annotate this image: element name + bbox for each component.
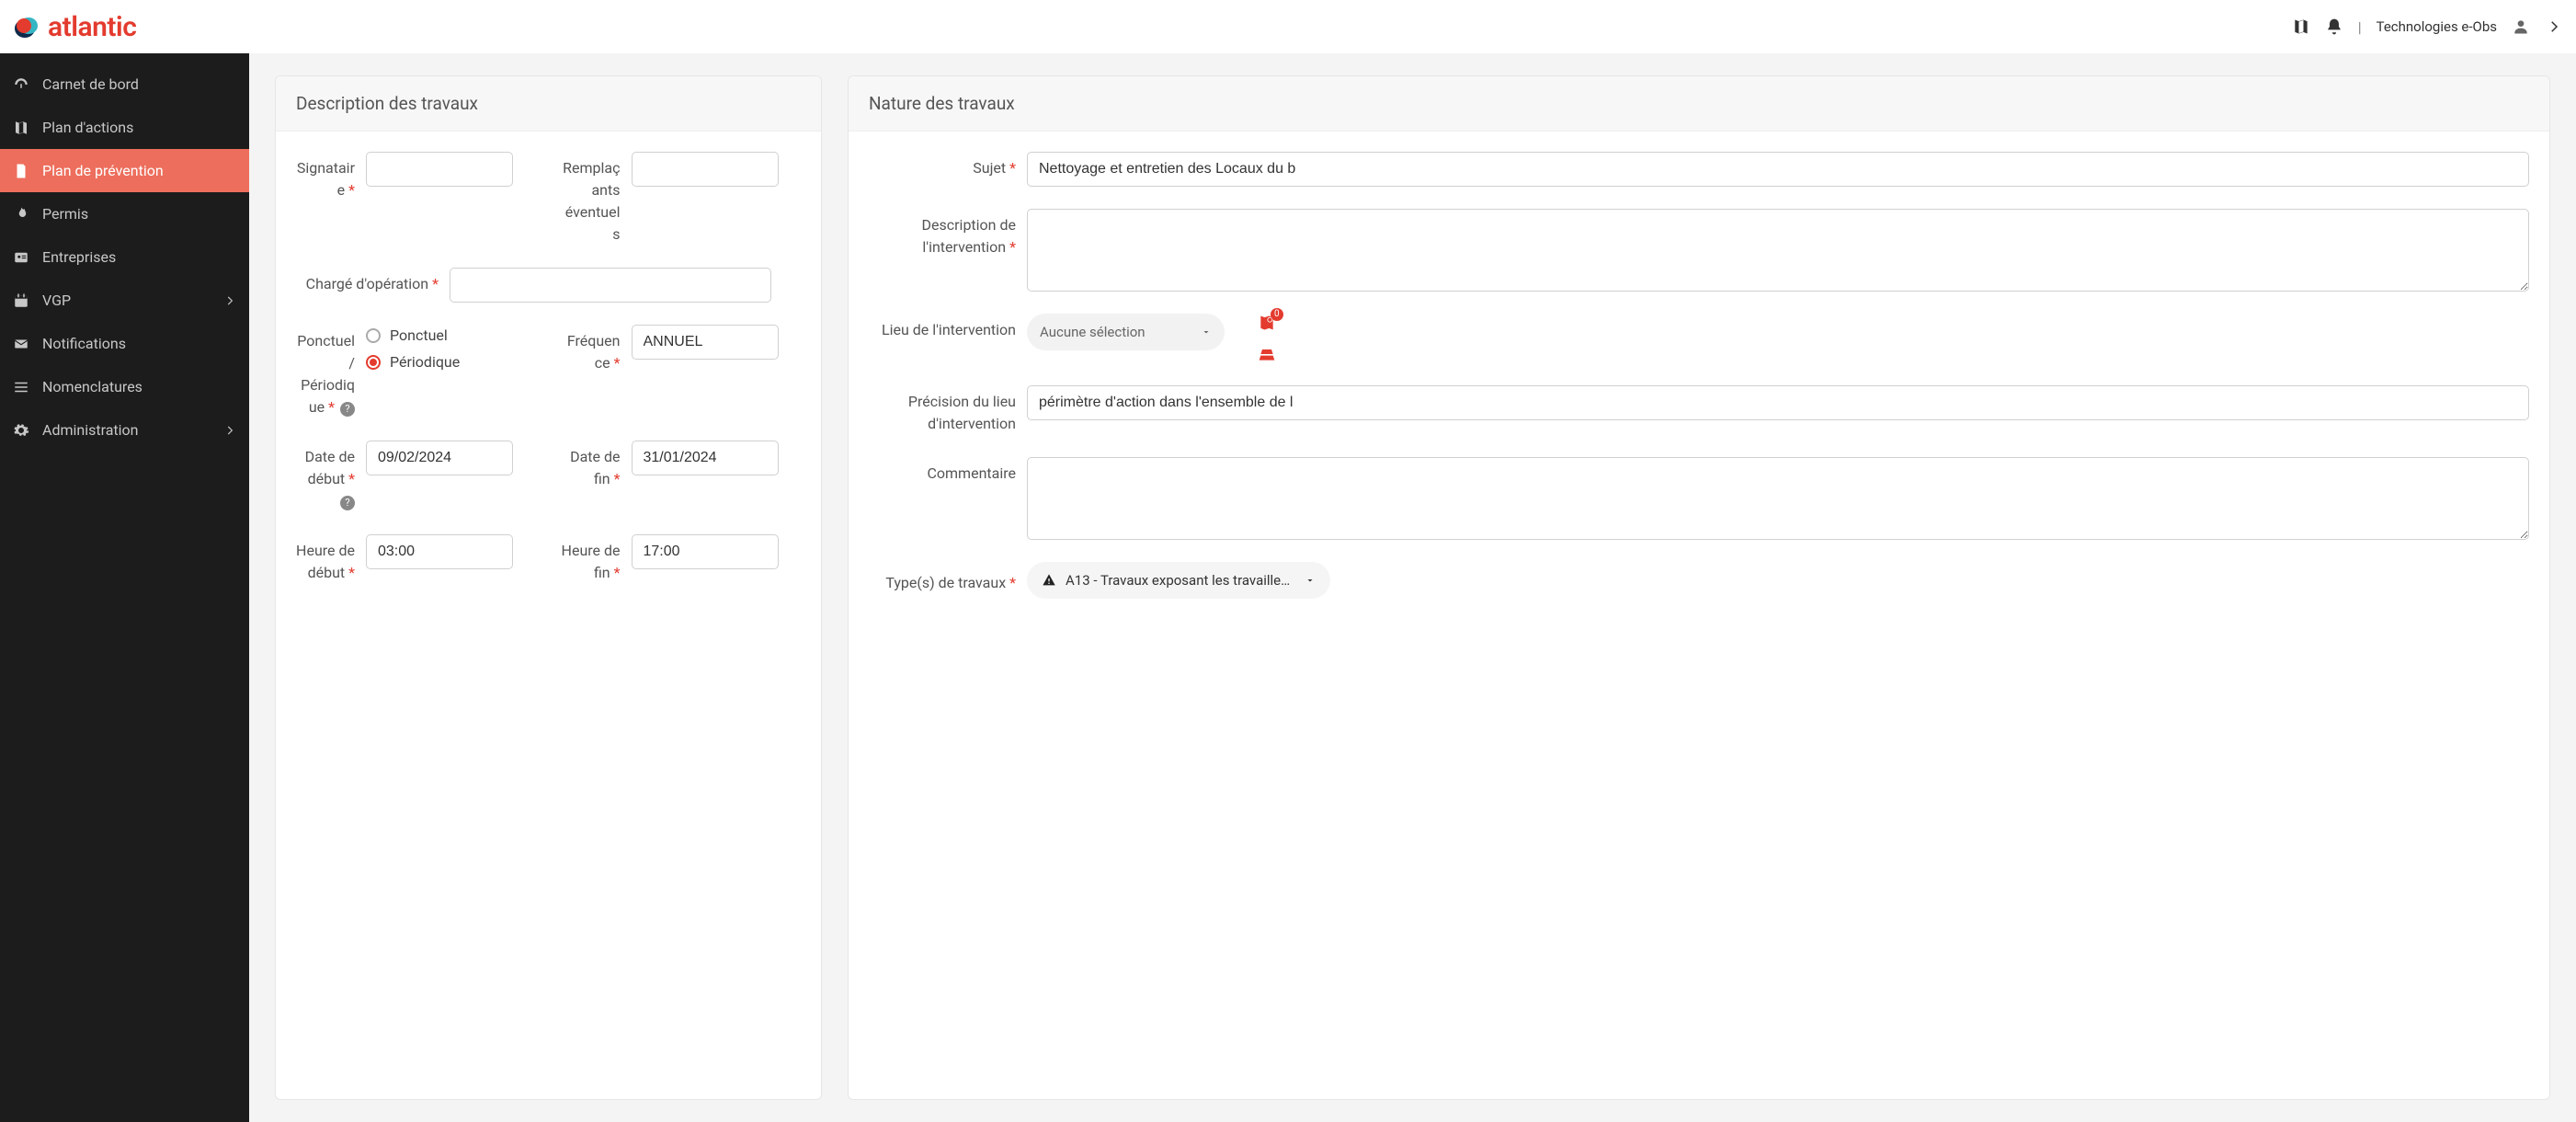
map-icon[interactable] xyxy=(2292,17,2310,36)
sidebar-item-label: Carnet de bord xyxy=(42,75,139,93)
sidebar-item-label: Entreprises xyxy=(42,248,116,266)
input-heure-debut[interactable] xyxy=(366,534,513,569)
help-icon[interactable]: ? xyxy=(340,496,355,510)
top-bar: atlantic | Technologies e-Obs xyxy=(0,0,2576,53)
warning-icon xyxy=(1042,573,1056,588)
topbar-actions: | Technologies e-Obs xyxy=(2292,17,2563,36)
sidebar-item-label: Plan d'actions xyxy=(42,119,133,136)
input-precision-lieu[interactable] xyxy=(1027,385,2529,420)
help-icon[interactable]: ? xyxy=(340,402,355,417)
input-date-fin[interactable] xyxy=(632,441,779,475)
input-date-debut[interactable] xyxy=(366,441,513,475)
label-commentaire: Commentaire xyxy=(869,457,1016,485)
sidebar-item-permis[interactable]: Permis xyxy=(0,192,249,235)
map-count-badge: 0 xyxy=(1271,308,1283,321)
label-description-intervention: Description de l'intervention * xyxy=(869,209,1016,258)
envelope-icon xyxy=(13,336,29,352)
brand-logo-icon xyxy=(13,15,40,39)
input-signataire[interactable] xyxy=(366,152,513,187)
input-frequence[interactable] xyxy=(632,325,779,360)
label-sujet: Sujet * xyxy=(869,152,1016,179)
sidebar: Carnet de bord Plan d'actions Plan de pr… xyxy=(0,53,249,1122)
separator: | xyxy=(2358,18,2362,36)
radio-unchecked-icon xyxy=(366,328,381,343)
sidebar-item-label: VGP xyxy=(42,292,71,309)
id-card-icon xyxy=(13,249,29,266)
sidebar-item-notifications[interactable]: Notifications xyxy=(0,322,249,365)
content-area: Description des travaux Signataire * Rem… xyxy=(249,53,2576,1122)
label-frequence: Fréquence * xyxy=(562,325,621,374)
label-ponctuel-periodique: Ponctuel / Périodique * ? xyxy=(296,325,355,418)
select-types-travaux[interactable]: A13 - Travaux exposant les travailleurs … xyxy=(1027,562,1330,599)
chevron-right-icon xyxy=(223,424,236,437)
dashboard-icon xyxy=(13,76,29,93)
chevron-right-icon[interactable] xyxy=(2545,17,2563,36)
sidebar-item-nomenclatures[interactable]: Nomenclatures xyxy=(0,365,249,408)
label-types-travaux: Type(s) de travaux * xyxy=(869,567,1016,594)
input-heure-fin[interactable] xyxy=(632,534,779,569)
card-title: Description des travaux xyxy=(276,76,821,132)
label-date-debut: Date de début * ? xyxy=(296,441,355,512)
map-marker-icon[interactable]: 0 xyxy=(1258,314,1276,332)
document-icon xyxy=(13,163,29,179)
sidebar-item-label: Plan de prévention xyxy=(42,162,164,179)
input-charge-operation[interactable] xyxy=(450,268,771,303)
sidebar-item-plan-actions[interactable]: Plan d'actions xyxy=(0,106,249,149)
bell-icon[interactable] xyxy=(2325,17,2343,36)
input-remplacants[interactable] xyxy=(632,152,779,187)
chevron-down-icon xyxy=(1201,326,1212,338)
radio-ponctuel[interactable]: Ponctuel xyxy=(366,326,460,344)
map-icon xyxy=(13,120,29,136)
sidebar-item-label: Administration xyxy=(42,421,139,439)
chevron-down-icon xyxy=(1305,575,1316,586)
textarea-commentaire[interactable] xyxy=(1027,457,2529,540)
textarea-description-intervention[interactable] xyxy=(1027,209,2529,292)
user-label: Technologies e-Obs xyxy=(2377,18,2497,35)
label-lieu-intervention: Lieu de l'intervention xyxy=(869,314,1016,341)
sidebar-item-administration[interactable]: Administration xyxy=(0,408,249,452)
label-precision-lieu: Précision du lieu d'intervention xyxy=(869,385,1016,435)
roadblock-icon[interactable] xyxy=(1258,345,1276,363)
radio-checked-icon xyxy=(366,355,381,370)
label-heure-fin: Heure de fin * xyxy=(562,534,621,584)
label-remplacants: Remplaçants éventuels xyxy=(562,152,621,246)
sidebar-item-label: Nomenclatures xyxy=(42,378,142,395)
label-date-fin: Date de fin * xyxy=(562,441,621,490)
sidebar-item-entreprises[interactable]: Entreprises xyxy=(0,235,249,279)
flame-icon xyxy=(13,206,29,223)
brand-name: atlantic xyxy=(48,11,136,43)
sidebar-item-label: Notifications xyxy=(42,335,126,352)
brand[interactable]: atlantic xyxy=(13,11,136,43)
select-lieu[interactable]: Aucune sélection xyxy=(1027,314,1225,350)
sidebar-item-carnet[interactable]: Carnet de bord xyxy=(0,63,249,106)
label-heure-debut: Heure de début * xyxy=(296,534,355,584)
card-nature-travaux: Nature des travaux Sujet * Description d… xyxy=(848,75,2550,1100)
sidebar-item-label: Permis xyxy=(42,205,88,223)
gear-icon xyxy=(13,422,29,439)
card-title: Nature des travaux xyxy=(849,76,2549,132)
user-avatar-icon[interactable] xyxy=(2512,17,2530,36)
calendar-icon xyxy=(13,292,29,309)
label-signataire: Signataire * xyxy=(296,152,355,201)
sidebar-item-vgp[interactable]: VGP xyxy=(0,279,249,322)
radio-periodique[interactable]: Périodique xyxy=(366,353,460,371)
chevron-right-icon xyxy=(223,294,236,307)
label-charge-operation: Chargé d'opération * xyxy=(296,268,439,295)
sidebar-item-plan-prevention[interactable]: Plan de prévention xyxy=(0,149,249,192)
card-description-travaux: Description des travaux Signataire * Rem… xyxy=(275,75,822,1100)
input-sujet[interactable] xyxy=(1027,152,2529,187)
list-icon xyxy=(13,379,29,395)
